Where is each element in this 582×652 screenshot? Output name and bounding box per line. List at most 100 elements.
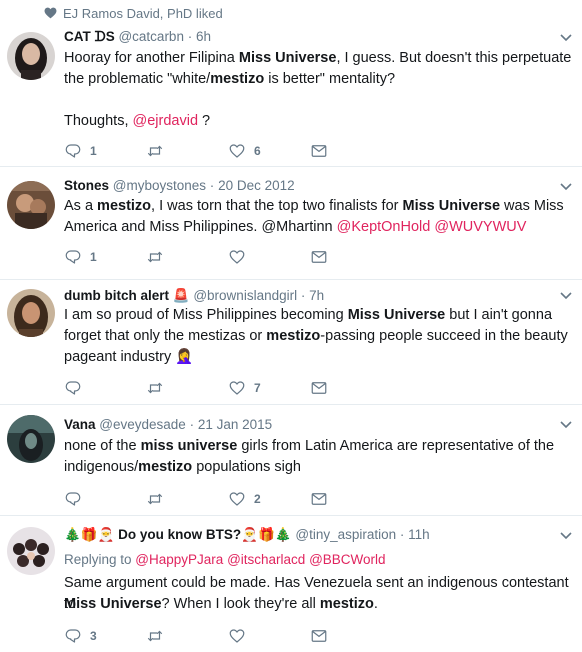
like-button[interactable]: 7: [228, 378, 261, 398]
display-name[interactable]: CAT ᗪS: [64, 29, 115, 44]
display-name[interactable]: Vana: [64, 417, 96, 432]
liked-by-text[interactable]: EJ Ramos David, PhD liked: [63, 6, 223, 21]
display-name[interactable]: 🎄🎁🎅 Do you know BTS?🎅🎁🎄: [64, 527, 292, 542]
display-name[interactable]: Stones: [64, 178, 109, 193]
timestamp[interactable]: 21 Jan 2015: [198, 417, 272, 432]
tweet-text: I am so proud of Miss Philippines becomi…: [64, 305, 574, 368]
tweet-text-line: forget that only the mestizas or mestizo…: [64, 326, 574, 347]
tweet-text: none of the miss universe girls from Lat…: [64, 436, 574, 478]
tweet[interactable]: 🎄🎁🎅 Do you know BTS?🎅🎁🎄 @tiny_aspiration…: [0, 516, 582, 652]
chevron-down-icon[interactable]: [560, 532, 572, 540]
highlighted-keyword: mestizo: [266, 328, 321, 344]
dm-button[interactable]: [310, 247, 328, 267]
text-segment: populations sigh: [192, 459, 301, 475]
mention-link[interactable]: @BBCWorld: [309, 552, 385, 567]
tweet-text-line: indigenous/mestizo populations sigh: [64, 457, 574, 478]
avatar[interactable]: [7, 289, 55, 337]
text-segment: pageant industry 🤦‍♀️: [64, 349, 194, 365]
tweet[interactable]: Vana @eveydesade · 21 Jan 2015 none of t…: [0, 405, 582, 515]
reply-icon: [65, 492, 81, 506]
highlighted-keyword: Miss Universe: [347, 307, 446, 323]
avatar[interactable]: [7, 32, 55, 80]
mention-link[interactable]: @KeptOnHold: [337, 219, 431, 235]
text-segment: none of the: [64, 438, 141, 454]
text-segment: the problematic "white/: [64, 71, 211, 87]
separator-dot: ·: [187, 29, 193, 44]
separator-dot: ·: [209, 178, 215, 193]
text-segment: ? When I look they're all: [161, 596, 320, 612]
reply-button[interactable]: 1: [64, 247, 97, 267]
liked-by-bar: EJ Ramos David, PhD liked: [0, 0, 582, 28]
timestamp[interactable]: 6h: [196, 29, 211, 44]
timestamp[interactable]: 11h: [408, 527, 430, 542]
tweet-actions: 3: [64, 626, 384, 646]
text-segment: was Miss: [500, 198, 564, 214]
tweet-actions: 1: [64, 247, 384, 267]
reply-count: 1: [90, 250, 97, 264]
avatar[interactable]: [7, 181, 55, 229]
tweet-text-line: America and Miss Philippines. @Mhartinn …: [64, 217, 574, 238]
dm-button[interactable]: [310, 489, 328, 509]
mention-link[interactable]: @HappyPJara: [135, 552, 223, 567]
tweet-actions: 2: [64, 489, 384, 509]
retweet-button[interactable]: [146, 489, 164, 509]
reply-button[interactable]: [64, 378, 82, 398]
reply-button[interactable]: 3: [64, 626, 97, 646]
text-segment: girls from Latin America are representat…: [237, 438, 555, 454]
chevron-down-icon[interactable]: [560, 34, 572, 42]
timestamp[interactable]: 20 Dec 2012: [218, 178, 295, 193]
text-segment: I am so proud of Miss Philippines becomi…: [64, 307, 348, 323]
mail-icon: [311, 630, 327, 642]
user-handle[interactable]: @catcarbn: [118, 29, 183, 44]
display-name[interactable]: dumb bitch alert 🚨: [64, 288, 190, 303]
mention-link[interactable]: @itscharlacd: [227, 552, 305, 567]
reply-icon: [65, 144, 81, 158]
text-segment: Thoughts,: [64, 113, 133, 129]
retweet-icon: [147, 630, 163, 642]
like-button[interactable]: [228, 626, 246, 646]
mail-icon: [311, 251, 327, 263]
chevron-down-icon[interactable]: [560, 183, 572, 191]
chevron-down-icon[interactable]: [560, 421, 572, 429]
retweet-icon: [147, 382, 163, 394]
reply-button[interactable]: 1: [64, 141, 97, 161]
replying-to: Replying to @HappyPJara @itscharlacd @BB…: [64, 551, 386, 569]
timestamp[interactable]: 7h: [309, 288, 324, 303]
like-button[interactable]: 2: [228, 489, 261, 509]
mention-link[interactable]: @ejrdavid: [133, 113, 199, 129]
tweet[interactable]: dumb bitch alert 🚨 @brownislandgirl · 7h…: [0, 280, 582, 404]
dm-button[interactable]: [310, 141, 328, 161]
like-button[interactable]: [228, 247, 246, 267]
reply-button[interactable]: [64, 489, 82, 509]
user-handle[interactable]: @brownislandgirl: [193, 288, 297, 303]
avatar[interactable]: [7, 527, 55, 575]
like-count: 6: [254, 144, 261, 158]
like-icon: [229, 492, 245, 506]
like-icon: [229, 381, 245, 395]
tweet-text-line: Miss Universe? When I look they're all m…: [64, 594, 574, 615]
dm-button[interactable]: [310, 626, 328, 646]
reply-icon: [65, 250, 81, 264]
retweet-button[interactable]: [146, 141, 164, 161]
tweet[interactable]: Stones @myboystones · 20 Dec 2012 As a m…: [0, 167, 582, 279]
retweet-button[interactable]: [146, 626, 164, 646]
user-handle[interactable]: @eveydesade: [99, 417, 186, 432]
highlighted-keyword: Miss Universe: [238, 50, 337, 66]
user-handle[interactable]: @tiny_aspiration: [295, 527, 396, 542]
dm-button[interactable]: [310, 378, 328, 398]
tweet[interactable]: CAT ᗪS @catcarbn · 6h Hooray for another…: [0, 28, 582, 166]
reply-count: 1: [90, 144, 97, 158]
tweet-text-line: Thoughts, @ejrdavid ?: [64, 111, 574, 132]
user-handle[interactable]: @myboystones: [113, 178, 206, 193]
retweet-button[interactable]: [146, 378, 164, 398]
text-segment: ?: [198, 113, 211, 129]
highlighted-keyword: mestizo: [138, 459, 193, 475]
chevron-down-icon[interactable]: [560, 292, 572, 300]
text-segment: America and Miss Philippines. @Mhartinn: [64, 219, 337, 235]
reply-count: 3: [90, 629, 97, 643]
mention-link[interactable]: @WUVYWUV: [434, 219, 526, 235]
avatar[interactable]: [7, 415, 55, 463]
retweet-icon: [147, 251, 163, 263]
like-button[interactable]: 6: [228, 141, 261, 161]
retweet-button[interactable]: [146, 247, 164, 267]
